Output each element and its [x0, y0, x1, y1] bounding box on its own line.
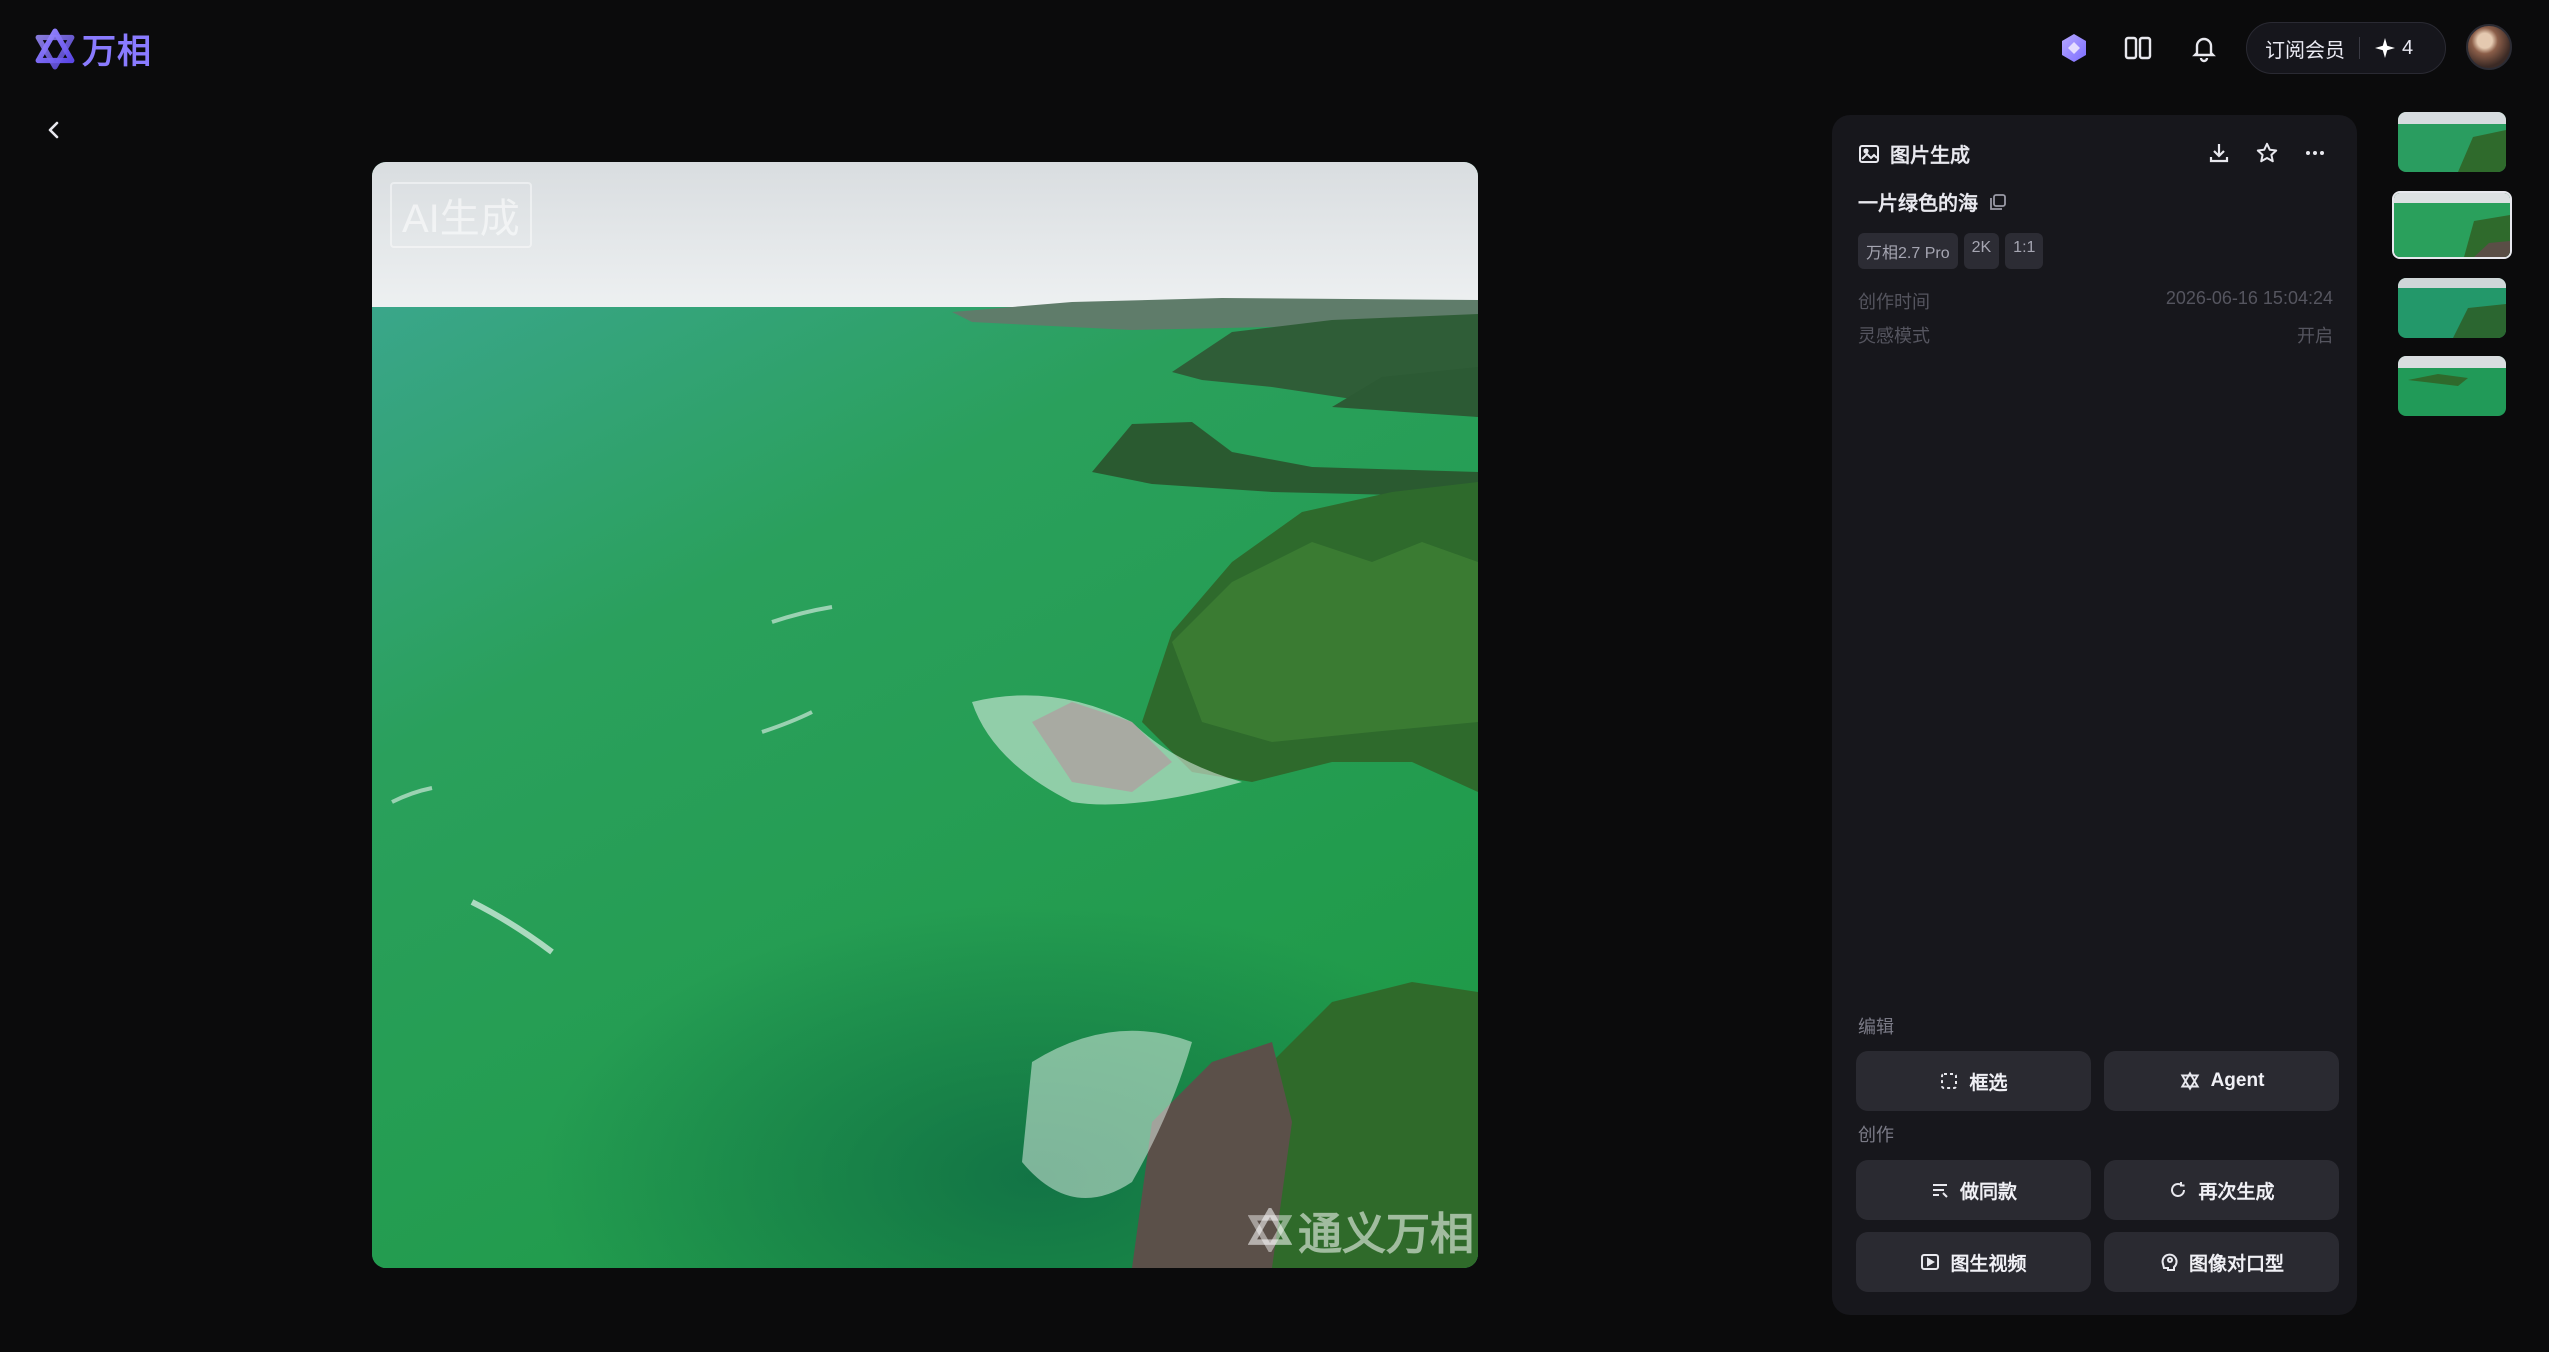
app-logo[interactable]: 万相 [34, 24, 152, 73]
image-icon [1859, 144, 1879, 163]
credits-badge[interactable]: 4 [2374, 37, 2413, 60]
panel-title: 图片生成 [1858, 139, 1970, 168]
thumbnail-image [2398, 278, 2506, 338]
meta-created-time: 创作时间 2026-06-16 15:04:24 [1858, 288, 2333, 314]
magic-icon[interactable] [2054, 28, 2094, 68]
divider [2359, 37, 2360, 59]
ai-watermark: AI生成 [390, 182, 532, 248]
favorite-button[interactable] [2249, 135, 2285, 171]
select-label: 框选 [1969, 1072, 2008, 1094]
same-style-label: 做同款 [1959, 1181, 2017, 1203]
bell-icon[interactable] [2184, 28, 2224, 68]
regenerate-label: 再次生成 [2198, 1181, 2275, 1203]
generated-image[interactable]: AI生成 通义万相 [372, 162, 1478, 1268]
thumbnail-image [2394, 193, 2510, 257]
brand-watermark: 通义万相 [1248, 1198, 1474, 1262]
thumbnail-3[interactable] [2398, 278, 2506, 338]
meta-inspiration-mode: 灵感模式 开启 [1858, 322, 2333, 348]
select-button[interactable]: 框选 [1856, 1051, 2091, 1111]
app-name: 万相 [82, 33, 152, 71]
chevron-left-icon [48, 121, 59, 139]
edit-section-label: 编辑 [1858, 1017, 1894, 1037]
thumbnail-image [2398, 112, 2506, 172]
back-button[interactable] [36, 112, 72, 148]
lip-sync-button[interactable]: 图像对口型 [2104, 1232, 2339, 1292]
lip-sync-label: 图像对口型 [2188, 1253, 2284, 1275]
agent-icon [2180, 1071, 2199, 1091]
tag-list: 万相2.7 Pro 2K 1:1 [1858, 233, 2044, 269]
meta-label: 灵感模式 [1858, 326, 1930, 346]
prompt-text: 一片绿色的海 [1858, 193, 1978, 215]
regenerate-button[interactable]: 再次生成 [2104, 1160, 2339, 1220]
list-icon [1932, 1184, 1948, 1198]
meta-value: 开启 [2297, 326, 2333, 346]
layout-icon[interactable] [2118, 28, 2158, 68]
meta-label: 创作时间 [1858, 292, 1930, 312]
prompt: 一片绿色的海 [1858, 187, 2008, 216]
credits-count: 4 [2402, 36, 2414, 59]
thumbnail-4[interactable] [2398, 356, 2506, 416]
video-icon [1921, 1254, 1940, 1270]
sea-illustration [372, 162, 1478, 1268]
refresh-icon [2171, 1182, 2186, 1197]
agent-label: Agent [2210, 1070, 2265, 1091]
panel-actions [2201, 135, 2333, 171]
create-section-label: 创作 [1858, 1125, 1894, 1145]
agent-button[interactable]: Agent [2104, 1051, 2339, 1111]
subscribe-label[interactable]: 订阅会员 [2265, 34, 2345, 63]
detail-panel: 图片生成 一片绿色的海 万相2.7 Pro 2K 1:1 创作时间 2026-0… [1832, 115, 2357, 1315]
subscribe-pill[interactable]: 订阅会员 4 [2246, 22, 2446, 74]
watermark-logo-icon [1248, 1208, 1292, 1252]
download-button[interactable] [2201, 135, 2237, 171]
sparkle-icon [2375, 38, 2395, 58]
more-icon [2306, 151, 2324, 155]
copy-icon[interactable] [1988, 192, 2008, 212]
face-icon [2161, 1253, 2178, 1271]
marquee-icon [1941, 1073, 1958, 1089]
more-button[interactable] [2297, 135, 2333, 171]
watermark-text: 通义万相 [1298, 1210, 1474, 1259]
tag-ratio: 1:1 [2005, 233, 2044, 269]
tag-resolution: 2K [1963, 233, 2000, 269]
download-icon [2209, 144, 2229, 163]
panel-title-text: 图片生成 [1890, 145, 1970, 167]
meta-value: 2026-06-16 15:04:24 [2165, 288, 2333, 308]
thumbnail-2[interactable] [2392, 191, 2512, 259]
avatar[interactable] [2466, 24, 2512, 70]
thumbnail-image [2398, 356, 2506, 416]
thumbnail-1[interactable] [2398, 112, 2506, 172]
same-style-button[interactable]: 做同款 [1856, 1160, 2091, 1220]
image-to-video-label: 图生视频 [1950, 1253, 2027, 1275]
logo-icon [35, 28, 75, 69]
tag-model: 万相2.7 Pro [1858, 233, 1958, 269]
image-to-video-button[interactable]: 图生视频 [1856, 1232, 2091, 1292]
star-icon [2256, 142, 2278, 163]
